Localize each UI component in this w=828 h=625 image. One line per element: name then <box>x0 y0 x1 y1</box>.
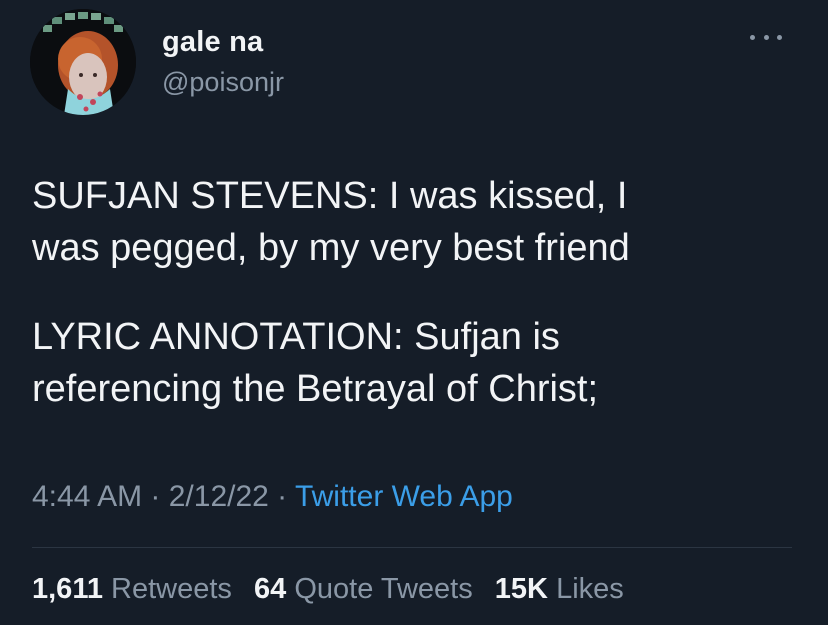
likes-label: Likes <box>556 573 624 605</box>
quote-tweets-count: 64 <box>254 573 287 605</box>
tweet-text-paragraph-2: LYRIC ANNOTATION: Sufjan is referencing … <box>32 316 599 410</box>
tweet-source-link[interactable]: Twitter Web App <box>295 480 513 513</box>
separator: · <box>268 480 295 513</box>
divider <box>32 547 792 548</box>
retweets-label: Retweets <box>111 573 232 605</box>
more-options-icon[interactable] <box>750 25 782 49</box>
likes-count: 15K <box>494 573 548 605</box>
dot <box>763 34 769 40</box>
dot <box>777 34 782 40</box>
avatar[interactable] <box>30 9 136 115</box>
quote-tweets-label: Quote Tweets <box>294 573 473 605</box>
likes-stat[interactable]: 15K Likes <box>495 573 624 605</box>
tweet-date[interactable]: 2/12/22 <box>169 480 269 513</box>
username-handle[interactable]: @poisonjr <box>162 67 284 98</box>
tweet-card: gale na @poisonjr SUFJAN STEVENS: I was … <box>0 0 828 625</box>
dot <box>750 34 755 40</box>
separator: · <box>142 480 169 513</box>
tweet-metadata: 4:44 AM · 2/12/22 · Twitter Web App <box>32 480 513 514</box>
display-name[interactable]: gale na <box>162 26 263 59</box>
avatar-image <box>30 9 136 115</box>
retweets-count: 1,611 <box>32 573 103 605</box>
tweet-text-paragraph-1: SUFJAN STEVENS: I was kissed, I was pegg… <box>32 175 630 269</box>
quote-tweets-stat[interactable]: 64 Quote Tweets <box>254 573 473 605</box>
engagement-stats: 1,611 Retweets 64 Quote Tweets 15K Likes <box>32 573 638 606</box>
tweet-time[interactable]: 4:44 AM <box>32 480 142 513</box>
retweets-stat[interactable]: 1,611 Retweets <box>32 573 232 605</box>
